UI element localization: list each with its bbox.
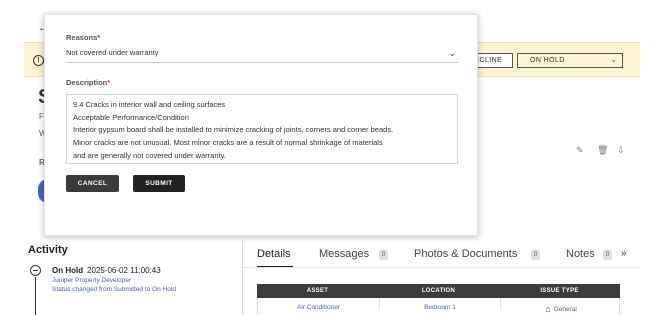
description-textarea[interactable]: 9.4 Cracks in interior wall and ceiling … — [66, 94, 458, 164]
description-label-text: Description — [66, 78, 108, 87]
table-header: ASSET LOCATION ISSUE TYPE — [257, 284, 620, 298]
cell-location: Bedroom 1 — [379, 298, 500, 311]
notes-count-badge: 0 — [603, 250, 612, 260]
status-select[interactable]: ON HOLD ⌄ — [517, 53, 623, 68]
cell-issue-type: ⌂ General — [500, 298, 621, 314]
chevron-down-icon: ⌄ — [448, 48, 456, 58]
more-tabs-icon[interactable]: » — [621, 248, 627, 259]
photos-count-badge: 0 — [531, 250, 540, 260]
download-icon[interactable]: ⇩ — [617, 145, 625, 156]
alert-icon: ! — [33, 55, 44, 66]
activity-heading: Activity — [28, 244, 68, 256]
description-label: Description* — [66, 78, 110, 87]
tab-details[interactable]: Details — [257, 248, 291, 260]
cell-asset: Air Conditioner — [297, 304, 340, 311]
panel-divider — [242, 240, 243, 315]
chevron-down-icon: ⌄ — [610, 57, 617, 64]
messages-count-badge: 0 — [379, 250, 388, 260]
house-icon: ⌂ — [545, 304, 551, 314]
column-header-location: LOCATION — [421, 288, 456, 294]
cancel-button[interactable]: CANCEL — [66, 175, 119, 192]
column-header-issue-type: ISSUE TYPE — [540, 288, 579, 294]
issue-type-label: General — [553, 306, 577, 313]
description-line: Acceptable Performance/Condition — [73, 112, 189, 122]
on-hold-status-icon — [30, 265, 41, 276]
table-row[interactable]: Air Conditioner Bedroom 1 ⌂ General — [257, 298, 620, 315]
reasons-select-value: Not covered under warranty — [66, 48, 159, 57]
tab-messages[interactable]: Messages — [319, 248, 369, 260]
activity-actor: Juniper Property Developer — [52, 277, 132, 284]
trash-icon[interactable]: 🗑 — [597, 145, 608, 156]
reasons-select[interactable]: Not covered under warranty ⌄ — [66, 45, 458, 63]
description-line: and are generally not covered under warr… — [73, 150, 226, 160]
description-line: Interior gypsum board shall be installed… — [73, 125, 394, 135]
description-line: Minor cracks are not unusual. Most minor… — [73, 138, 383, 148]
required-mark: * — [97, 33, 101, 42]
submit-button[interactable]: SUBMIT — [133, 175, 185, 192]
reasons-label-text: Reasons — [66, 33, 98, 42]
required-mark: * — [107, 78, 111, 87]
edit-icon[interactable]: ✎ — [576, 145, 584, 156]
tab-photos-documents[interactable]: Photos & Documents — [414, 248, 517, 260]
tab-notes[interactable]: Notes — [566, 248, 595, 260]
column-header-asset: ASSET — [306, 288, 329, 294]
reasons-label: Reasons* — [66, 33, 100, 42]
activity-timestamp: 2025-06-02 11:00:43 — [87, 266, 161, 275]
status-select-value: ON HOLD — [530, 57, 565, 64]
reason-dialog: Reasons* Not covered under warranty ⌄ De… — [44, 14, 478, 236]
activity-note: Status changed from Submitted to On Hold — [52, 286, 176, 293]
tabs-divider — [243, 267, 640, 268]
description-line: 9.4 Cracks in interior wall and ceiling … — [73, 100, 226, 109]
activity-status: On Hold — [52, 266, 84, 275]
timeline-line — [35, 277, 36, 315]
